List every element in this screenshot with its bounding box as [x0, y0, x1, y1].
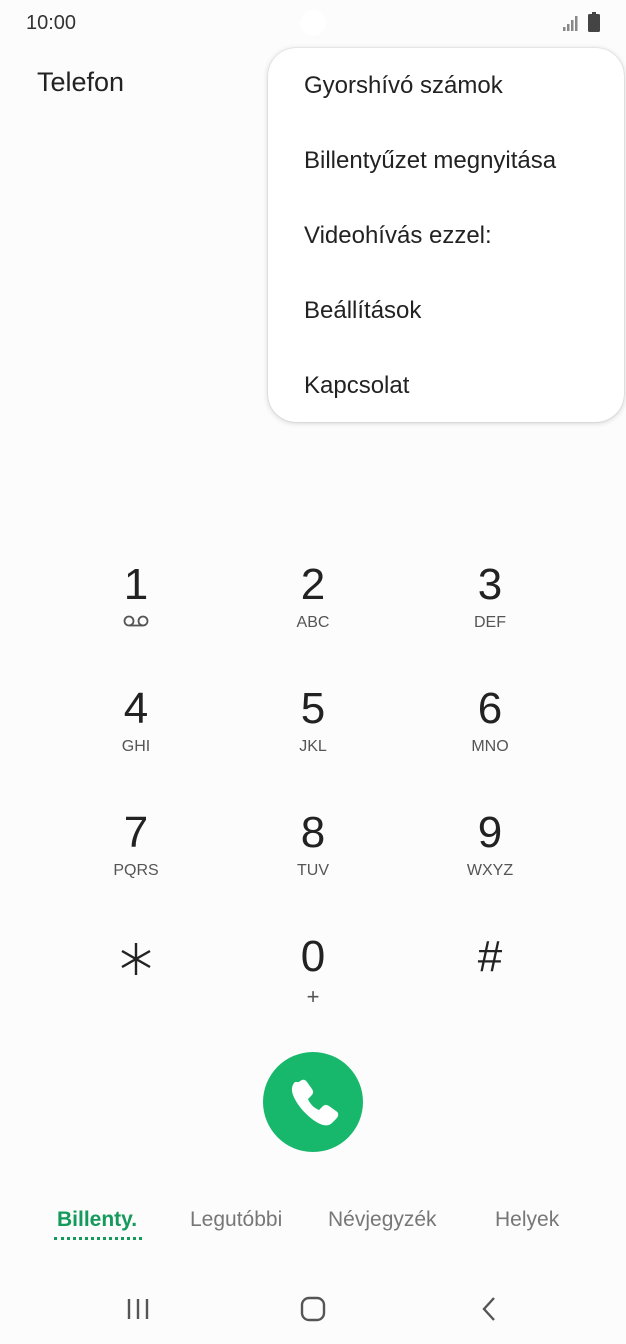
key-letters: ABC [296, 614, 330, 631]
recent-apps-icon[interactable] [118, 1294, 158, 1324]
key-1[interactable]: 1 [61, 560, 211, 670]
menu-item-settings[interactable]: Beállítások [304, 281, 604, 341]
key-7[interactable]: 7 PQRS [61, 808, 211, 918]
key-0[interactable]: 0 + [238, 932, 388, 1042]
key-6[interactable]: 6 MNO [415, 684, 565, 794]
key-digit: 0 [300, 932, 326, 981]
home-icon[interactable] [293, 1294, 333, 1324]
key-letters: MNO [471, 738, 509, 755]
key-4[interactable]: 4 GHI [61, 684, 211, 794]
menu-item-contact[interactable]: Kapcsolat [304, 356, 604, 416]
menu-item-speed-dial[interactable]: Gyorshívó számok [304, 56, 604, 116]
status-bar: 10:00 [0, 0, 626, 48]
asterisk-icon [121, 943, 151, 975]
key-letters: WXYZ [466, 862, 514, 879]
key-digit: 3 [477, 560, 503, 609]
status-time: 10:00 [26, 12, 77, 34]
key-letters: + [306, 984, 320, 1009]
page-title: Telefon [37, 67, 125, 97]
menu-item-open-keypad[interactable]: Billentyűzet megnyitása [304, 131, 604, 191]
signal-icon [563, 16, 578, 31]
key-9[interactable]: 9 WXYZ [415, 808, 565, 918]
key-5[interactable]: 5 JKL [238, 684, 388, 794]
key-digit [61, 938, 211, 988]
voicemail-icon [61, 614, 211, 633]
battery-icon [588, 12, 600, 32]
key-3[interactable]: 3 DEF [415, 560, 565, 670]
key-letters: DEF [474, 614, 506, 631]
active-tab-indicator [54, 1237, 142, 1240]
key-letters: PQRS [113, 862, 159, 879]
key-star[interactable] [61, 932, 211, 1042]
tab-places[interactable]: Helyek [495, 1208, 559, 1232]
call-button[interactable] [263, 1052, 363, 1152]
key-digit: 4 [123, 684, 149, 733]
key-digit: 1 [123, 560, 149, 609]
navigation-bar [0, 1278, 626, 1344]
phone-icon [291, 1079, 339, 1126]
key-letters: TUV [297, 862, 329, 879]
key-hash[interactable]: # [415, 932, 565, 1042]
key-2[interactable]: 2 ABC [238, 560, 388, 670]
key-digit: 7 [123, 808, 149, 857]
camera-cutout [300, 10, 326, 36]
key-letters: JKL [299, 738, 327, 755]
key-8[interactable]: 8 TUV [238, 808, 388, 918]
back-icon[interactable] [469, 1294, 509, 1324]
key-letters: GHI [121, 738, 151, 755]
tab-keypad[interactable]: Billenty. [57, 1208, 137, 1232]
key-digit: 5 [300, 684, 326, 733]
menu-item-video-call[interactable]: Videohívás ezzel: [304, 206, 604, 266]
overflow-menu: Gyorshívó számok Billentyűzet megnyitása… [268, 48, 624, 422]
tab-contacts[interactable]: Névjegyzék [328, 1208, 437, 1232]
key-digit: # [477, 932, 503, 981]
key-digit: 2 [300, 560, 326, 609]
key-digit: 6 [477, 684, 503, 733]
tab-recents[interactable]: Legutóbbi [190, 1208, 282, 1232]
key-digit: 8 [300, 808, 326, 857]
key-digit: 9 [477, 808, 503, 857]
